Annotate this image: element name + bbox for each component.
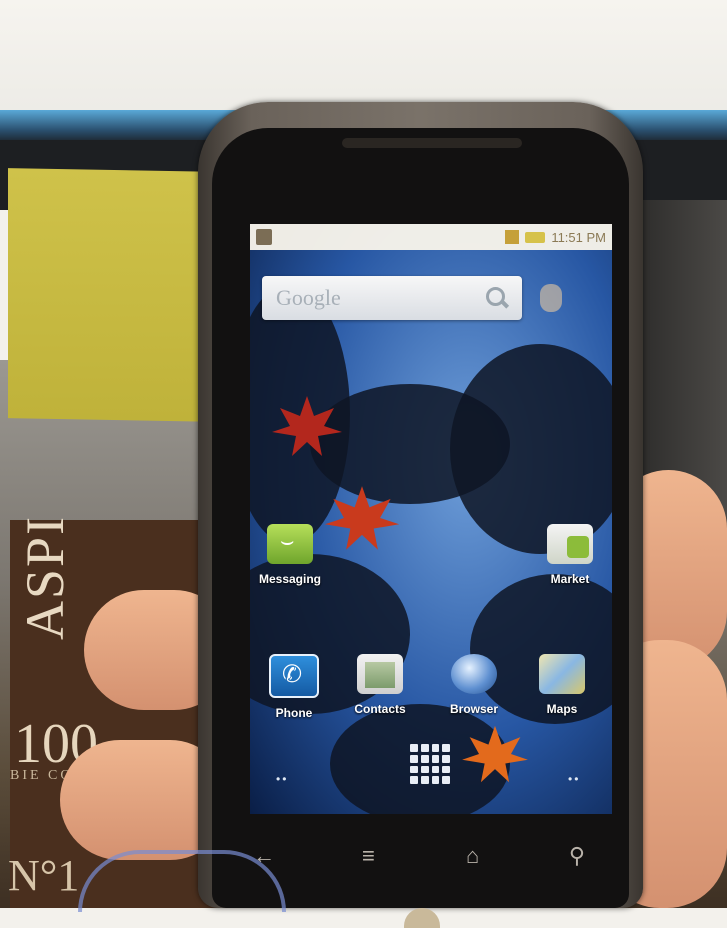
phone-icon <box>269 654 319 698</box>
home-icon[interactable]: ⌂ <box>453 836 493 876</box>
app-label: Messaging <box>258 572 321 586</box>
app-label: Phone <box>275 706 313 720</box>
trackball[interactable] <box>404 908 440 928</box>
messaging-icon <box>267 524 313 564</box>
earpiece <box>342 138 522 148</box>
app-label: Browser <box>449 702 499 716</box>
app-label: Contacts <box>354 702 406 716</box>
status-bar: 11:51 PM <box>250 224 612 250</box>
app-label: Maps <box>546 702 578 716</box>
browser-icon <box>451 654 497 694</box>
battery-icon <box>525 231 546 243</box>
app-contacts[interactable]: Contacts <box>340 654 420 716</box>
app-maps[interactable]: Maps <box>522 654 602 716</box>
maps-icon <box>539 654 585 694</box>
search-icon[interactable] <box>484 285 510 311</box>
smartphone: 11:51 PM Google Messaging Market Phone <box>198 102 643 928</box>
signal-icon <box>505 230 520 244</box>
app-market[interactable]: Market <box>530 524 610 586</box>
app-messaging[interactable]: Messaging <box>250 524 330 586</box>
phone-bezel: 11:51 PM Google Messaging Market Phone <box>212 128 629 928</box>
page-indicator-right[interactable]: •• <box>568 772 580 786</box>
notification-icon[interactable] <box>256 229 272 245</box>
google-search-widget[interactable]: Google <box>262 276 522 320</box>
contacts-icon <box>357 654 403 694</box>
packaging-number-sign: N°1 <box>8 851 80 900</box>
voice-search-icon[interactable] <box>540 284 562 312</box>
page-indicator-left[interactable]: •• <box>276 772 288 786</box>
home-screen: 11:51 PM Google Messaging Market Phone <box>250 224 612 814</box>
app-launcher-icon[interactable] <box>410 744 450 784</box>
google-logo: Google <box>276 285 341 310</box>
app-label: Market <box>550 572 590 586</box>
yellow-paper <box>8 168 218 422</box>
app-browser[interactable]: Browser <box>434 654 514 716</box>
watermark-logo <box>78 850 286 912</box>
packaging-text: ASPI <box>15 514 75 640</box>
menu-icon[interactable]: ≡ <box>348 836 388 876</box>
app-phone[interactable]: Phone <box>254 654 334 720</box>
market-icon <box>547 524 593 564</box>
search-icon[interactable]: ⚲ <box>557 836 597 876</box>
status-time: 11:51 PM <box>551 229 606 245</box>
